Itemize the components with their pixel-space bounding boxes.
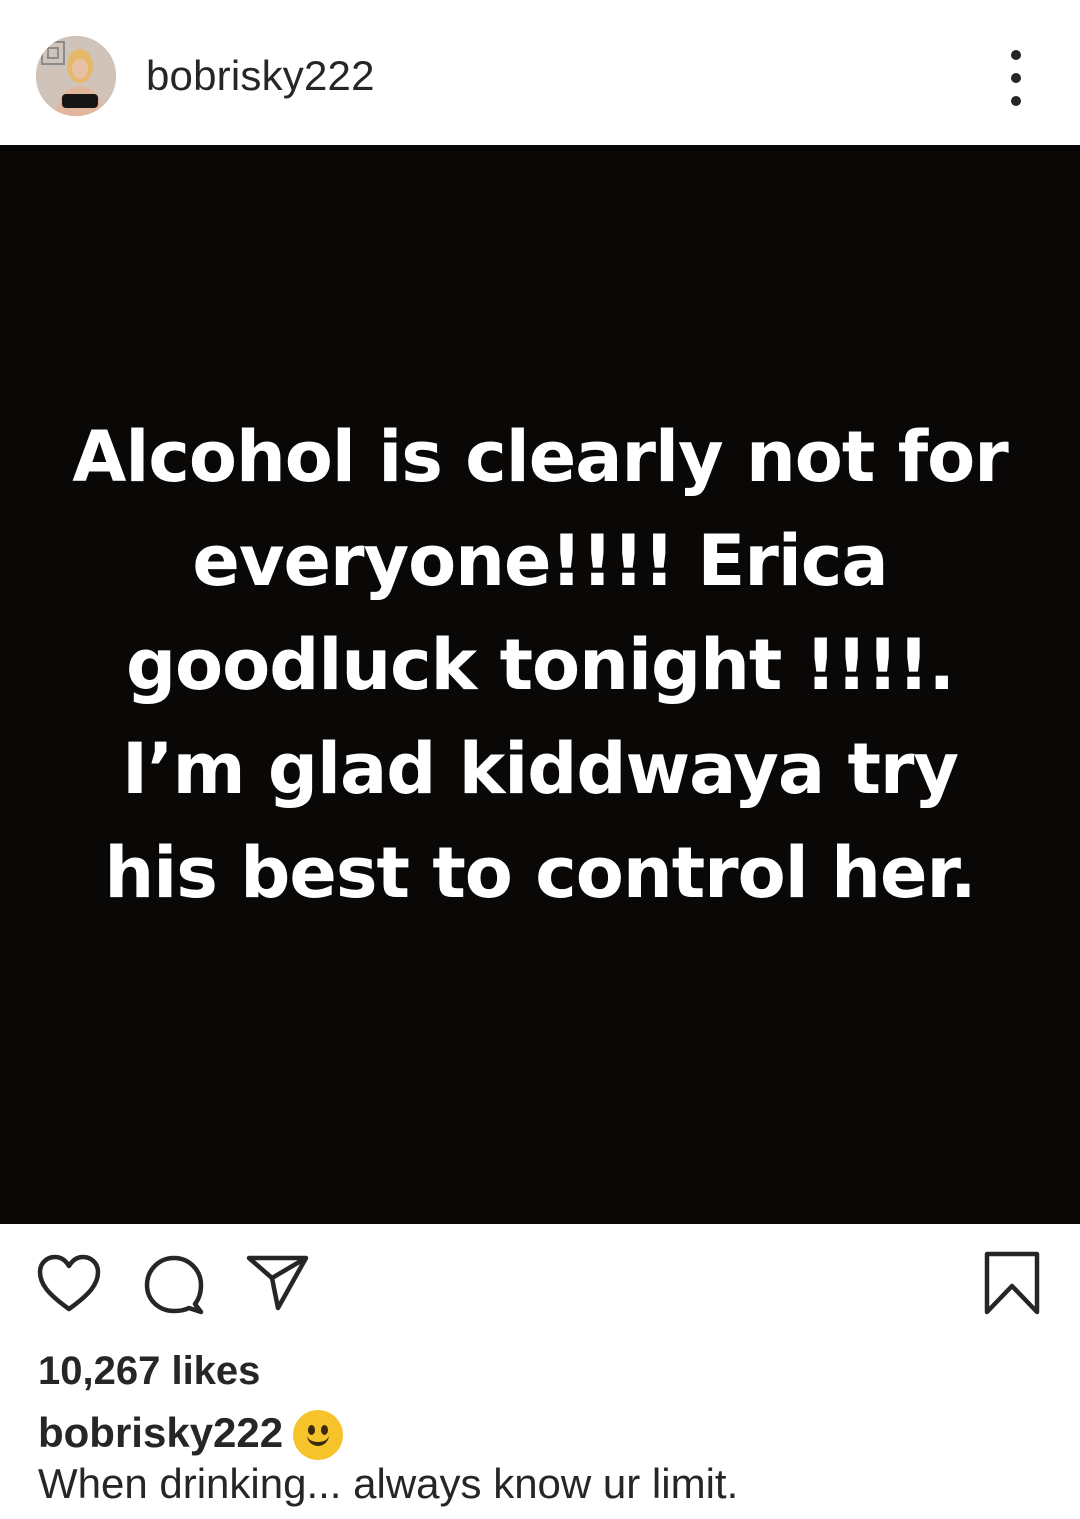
dot-icon (1011, 50, 1021, 60)
bookmark-icon[interactable] (983, 1250, 1041, 1316)
smiling-face-icon (293, 1410, 344, 1460)
more-options-icon[interactable] (996, 50, 1036, 106)
dot-icon (1011, 96, 1021, 106)
heart-icon[interactable] (36, 1254, 102, 1314)
share-icon[interactable] (246, 1254, 310, 1312)
post-header: bobrisky222 (0, 0, 1080, 145)
post-image-text: Alcohol is clearly not for everyone!!!! … (72, 415, 1009, 914)
avatar[interactable] (36, 36, 116, 116)
dot-icon (1011, 73, 1021, 83)
header-username[interactable]: bobrisky222 (146, 52, 375, 100)
comment-icon[interactable] (143, 1254, 205, 1316)
action-bar (0, 1224, 1080, 1339)
caption-username[interactable]: bobrisky222 (38, 1409, 283, 1457)
post-image[interactable]: Alcohol is clearly not for everyone!!!! … (0, 145, 1080, 1224)
likes-count[interactable]: 10,267 likes (38, 1348, 260, 1394)
caption-text: When drinking... always know ur limit. (38, 1460, 739, 1507)
profile-avatar-image (36, 36, 116, 116)
caption-header: bobrisky222 (38, 1406, 344, 1460)
